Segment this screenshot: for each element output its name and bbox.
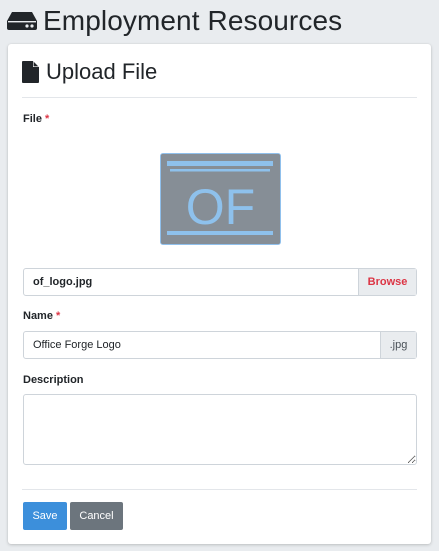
name-field[interactable]: Office Forge Logo [24,332,380,358]
save-button[interactable]: Save [23,502,67,530]
description-label: Description [23,374,84,386]
name-label: Name * [23,310,61,322]
required-marker: * [44,113,50,125]
extension-addon: .jpg [380,332,416,358]
file-preview-image: OF [160,153,281,245]
description-textarea[interactable] [23,394,417,465]
page-title: Employment Resources [43,5,343,36]
required-marker: * [55,310,61,322]
name-input-group: Office Forge Logo .jpg [23,331,417,359]
cancel-button[interactable]: Cancel [70,502,123,530]
upload-file-card: Upload File File * OF of_logo.jpg Browse … [8,44,431,544]
card-title-text: Upload File [46,59,158,84]
file-label: File * [23,113,50,125]
card-title: Upload File [22,58,157,86]
filename-field[interactable]: of_logo.jpg [24,269,358,295]
file-input-group: of_logo.jpg Browse [23,268,417,296]
actions-divider [22,489,417,490]
page-header: Employment Resources [6,4,342,38]
hdd-icon [7,12,37,30]
title-divider [22,97,417,98]
file-icon [22,61,39,83]
office-forge-logo: OF [161,154,280,244]
browse-button[interactable]: Browse [358,269,416,295]
logo-text: OF [186,179,255,235]
